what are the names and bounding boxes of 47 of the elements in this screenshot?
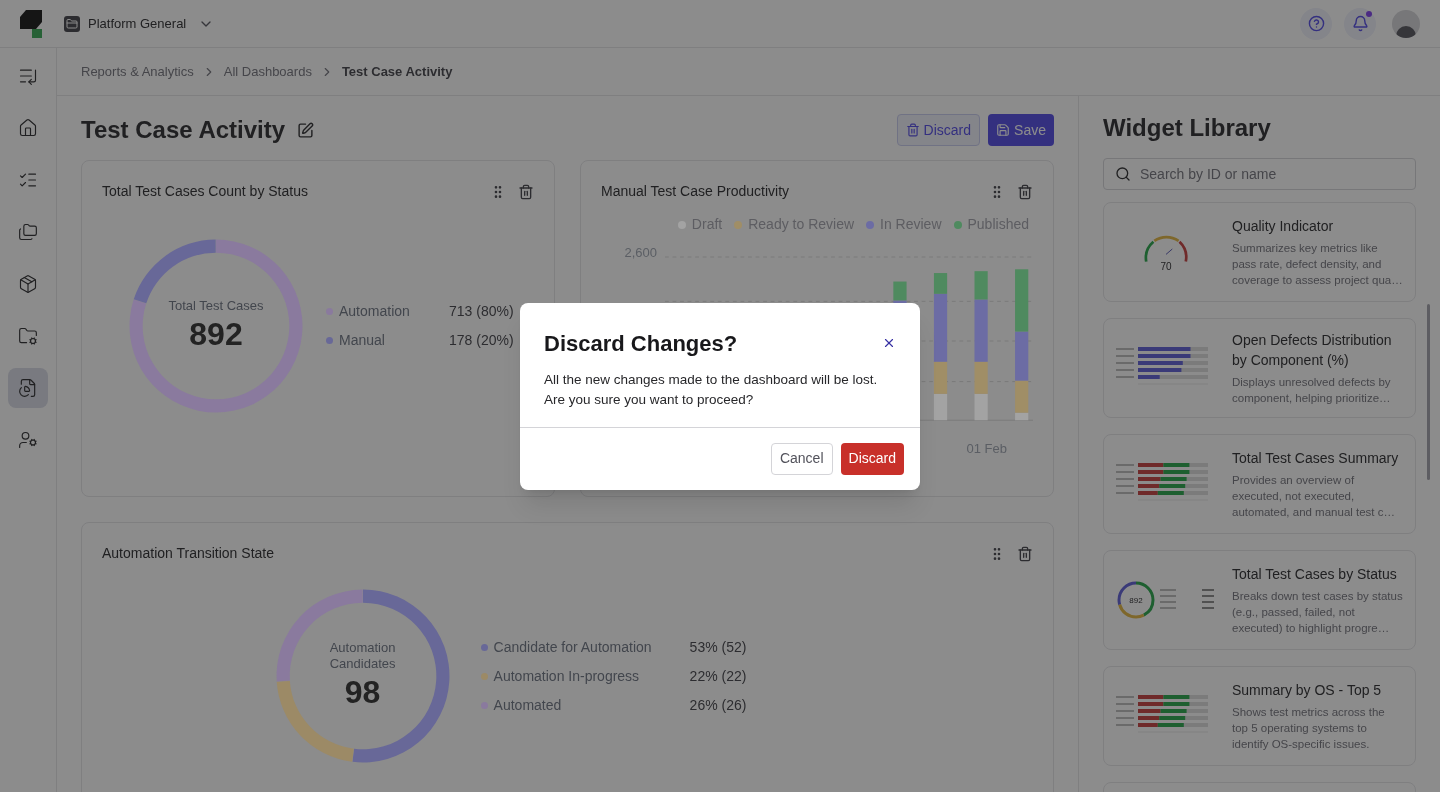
widget-description: Summarizes key metrics like pass rate, defect density, and coverage to assess project qua… (1232, 241, 1403, 288)
widget-title: Automation Transition State (102, 544, 274, 563)
widget-name: Total Test Cases by Status (1232, 565, 1398, 584)
widget-title: Total Test Cases Count by Status (102, 182, 308, 201)
widget-description: Breaks down test cases by status (e.g., passed, failed, not executed) to highlight progre… (1232, 589, 1403, 636)
donut-center-label: Automation Candidates (328, 640, 397, 672)
save-button[interactable]: Save (988, 114, 1054, 146)
cancel-button[interactable]: Cancel (770, 442, 833, 475)
legend-label: Automation (339, 302, 411, 321)
legend-label: Candidate for Automation (493, 637, 653, 657)
donut-center-value: 892 (189, 315, 243, 354)
widget-name: Summary by OS - Top 5 (1232, 681, 1383, 700)
widget-library-card[interactable]: 70 Quality Indicator Summarizes key metrics like pass rate, defect density, and coverage to assess project qua… (1103, 202, 1416, 302)
legend-value: 178 (20%) (449, 331, 514, 350)
dialog-message: All the new changes made to the dashboard will be lost. Are you sure you want to proceed? (544, 370, 879, 409)
legend-label: Automated (493, 695, 563, 715)
legend-value: 53% (52) (689, 637, 747, 657)
search-field[interactable]: Search by ID or name (1103, 158, 1416, 190)
dialog-title: Discard Changes? (544, 329, 738, 358)
widget-name: Open Defects Distribution by Component (%) (1232, 331, 1393, 370)
confirm-discard-button[interactable]: Discard (840, 442, 904, 475)
panel-title: Widget Library (1103, 113, 1272, 143)
donut-center-label: Total Test Cases (168, 298, 264, 314)
thumbnail-value: 892 (1129, 595, 1143, 605)
widget-library-card[interactable]: Open Defects Distribution by Component (%) Displays unresolved defects by component, helping prioritize… (1103, 318, 1416, 418)
widget-library-card[interactable]: Summary by OS - Top 5 Shows test metrics across the top 5 operating systems to identify OS-specific issues. (1103, 666, 1416, 766)
widget-library-card[interactable]: Total Test Cases Summary Provides an overview of executed, not executed, automated, and manual test c… (1103, 434, 1416, 534)
legend-value: 22% (22) (689, 666, 747, 686)
widget-description: Provides an overview of executed, not executed, automated, and manual test c… (1232, 473, 1396, 520)
discard-button[interactable]: Discard (896, 114, 981, 146)
breadcrumb-link[interactable]: All Dashboards (223, 61, 312, 82)
widget-library-card[interactable]: 892 Total Test Cases by Status Breaks down test cases by status (e.g., passed, failed, not executed) to highlight progre… (1103, 550, 1416, 650)
legend-label: Automation In-progress (493, 666, 641, 686)
workspace-selector[interactable]: Platform General (64, 13, 215, 34)
page-title: Test Case Activity (81, 115, 286, 145)
widget-description: Displays unresolved defects by component, helping prioritize… (1232, 375, 1392, 406)
legend-value: 713 (80%) (449, 302, 514, 321)
breadcrumb-link[interactable]: Test Case Activity (341, 61, 453, 82)
legend-label: Manual (339, 331, 386, 350)
donut-center-value: 98 (344, 673, 381, 712)
legend-value: 26% (26) (689, 695, 747, 715)
breadcrumb-link[interactable]: Reports & Analytics (81, 61, 194, 82)
widget-name: Quality Indicator (1232, 217, 1335, 236)
widget-description: Shows test metrics across the top 5 operating systems to identify OS-specific issues. (1232, 705, 1386, 752)
widget-name: Total Test Cases Summary (1232, 449, 1400, 468)
widget-title: Manual Test Case Productivity (601, 182, 790, 201)
gauge-value: 70 (1160, 259, 1172, 274)
